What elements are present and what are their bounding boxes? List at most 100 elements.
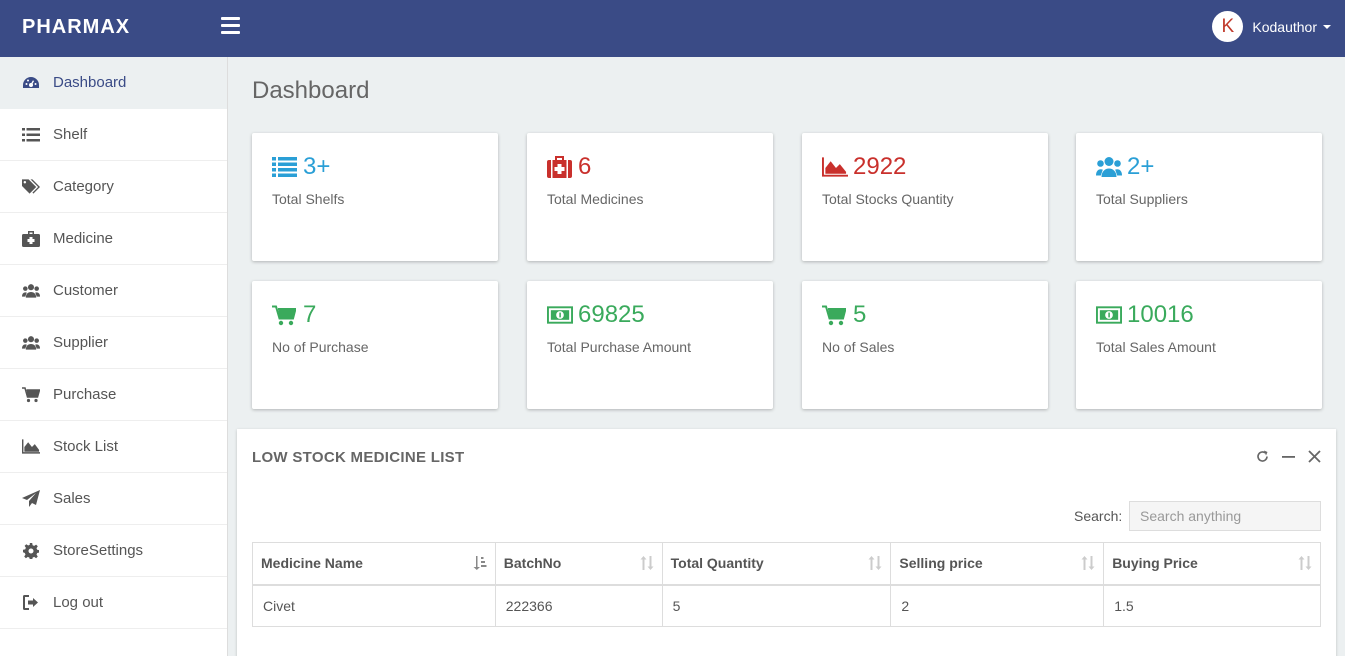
- column-header-medicine-name[interactable]: Medicine Name: [252, 542, 496, 586]
- sidebar-item-label: Stock List: [53, 438, 119, 455]
- menu-toggle-icon[interactable]: [221, 17, 240, 34]
- sort-icon: [868, 556, 882, 570]
- sidebar-item-label: Log out: [53, 594, 104, 611]
- cell-medicine-name: Civet: [252, 584, 496, 627]
- sidebar-item-label: Sales: [53, 490, 91, 507]
- sign-out-icon: [22, 594, 40, 612]
- sidebar-item-label: Supplier: [53, 334, 109, 351]
- sort-icon: [1081, 556, 1095, 570]
- panel-tools: [1255, 449, 1321, 463]
- sidebar-item-log-out[interactable]: Log out: [0, 577, 227, 629]
- paper-plane-icon: [22, 490, 40, 508]
- stat-label: Total Shelfs: [272, 191, 345, 207]
- sidebar-item-customer[interactable]: Customer: [0, 265, 227, 317]
- stat-value: 10016: [1127, 301, 1194, 328]
- list-icon: [272, 155, 298, 179]
- cart-icon: [22, 386, 40, 404]
- stat-label: Total Suppliers: [1096, 191, 1188, 207]
- stat-card-total-purchase-amount[interactable]: 69825 Total Purchase Amount: [527, 281, 773, 409]
- list-icon: [22, 126, 40, 144]
- column-header-buying-price[interactable]: Buying Price: [1103, 542, 1321, 586]
- sidebar-item-label: Dashboard: [53, 74, 127, 91]
- sidebar-item-label: StoreSettings: [53, 542, 144, 559]
- users-icon: [1096, 155, 1122, 179]
- stat-label: Total Stocks Quantity: [822, 191, 954, 207]
- cart-icon: [272, 303, 298, 327]
- sidebar-item-label: Medicine: [53, 230, 114, 247]
- stat-value: 7: [303, 301, 317, 328]
- money-icon: [547, 303, 573, 327]
- top-navbar: PHARMAX K Kodauthor: [0, 0, 1345, 57]
- medkit-icon: [547, 155, 573, 179]
- users-icon: [22, 282, 40, 300]
- stat-card-no-of-sales[interactable]: 5 No of Sales: [802, 281, 1048, 409]
- sort-icon: [640, 556, 654, 570]
- sidebar-item-medicine[interactable]: Medicine: [0, 213, 227, 265]
- sidebar-item-label: Customer: [53, 282, 119, 299]
- brand-logo[interactable]: PHARMAX: [22, 16, 130, 39]
- cell-selling-price: 2: [890, 584, 1105, 627]
- stat-card-total-medicines[interactable]: 6 Total Medicines: [527, 133, 773, 261]
- stat-label: Total Purchase Amount: [547, 339, 691, 355]
- tags-icon: [22, 178, 40, 196]
- stat-value: 5: [853, 301, 867, 328]
- close-icon[interactable]: [1307, 449, 1321, 463]
- sidebar-item-supplier[interactable]: Supplier: [0, 317, 227, 369]
- stat-label: No of Purchase: [272, 339, 369, 355]
- area-chart-icon: [22, 438, 40, 456]
- users-icon: [22, 334, 40, 352]
- user-menu[interactable]: K Kodauthor: [1212, 11, 1331, 42]
- stat-card-total-shelfs[interactable]: 3+ Total Shelfs: [252, 133, 498, 261]
- stat-label: Total Sales Amount: [1096, 339, 1216, 355]
- page-title: Dashboard: [252, 77, 370, 104]
- stat-card-total-suppliers[interactable]: 2+ Total Suppliers: [1076, 133, 1322, 261]
- sidebar-item-storesettings[interactable]: StoreSettings: [0, 525, 227, 577]
- sort-icon: [1298, 556, 1312, 570]
- table-row: Civet 222366 5 2 1.5: [252, 584, 1321, 627]
- money-icon: [1096, 303, 1122, 327]
- low-stock-panel: LOW STOCK MEDICINE LIST Search: Medicine…: [237, 429, 1336, 656]
- sidebar-item-dashboard[interactable]: Dashboard: [0, 57, 227, 109]
- stat-card-no-of-purchase[interactable]: 7 No of Purchase: [252, 281, 498, 409]
- stat-value: 69825: [578, 301, 645, 328]
- stat-card-total-sales-amount[interactable]: 10016 Total Sales Amount: [1076, 281, 1322, 409]
- caret-down-icon: [1323, 24, 1331, 29]
- stat-value: 3+: [303, 153, 331, 180]
- cell-total-quantity: 5: [661, 584, 892, 627]
- sidebar-item-shelf[interactable]: Shelf: [0, 109, 227, 161]
- stat-value: 2+: [1127, 153, 1155, 180]
- username: Kodauthor: [1252, 18, 1317, 35]
- table-header-row: Medicine Name BatchNo Total Quantity Sel…: [252, 542, 1321, 586]
- panel-title: LOW STOCK MEDICINE LIST: [252, 449, 465, 466]
- gear-icon: [22, 542, 40, 560]
- avatar: K: [1212, 11, 1244, 42]
- sidebar: Dashboard Shelf Category Medicine Custom…: [0, 57, 228, 656]
- sidebar-item-label: Category: [53, 178, 114, 195]
- stat-label: Total Medicines: [547, 191, 644, 207]
- low-stock-table: Medicine Name BatchNo Total Quantity Sel…: [252, 542, 1321, 627]
- column-header-batchno[interactable]: BatchNo: [494, 542, 663, 586]
- sidebar-item-category[interactable]: Category: [0, 161, 227, 213]
- sidebar-item-label: Purchase: [53, 386, 117, 403]
- search-label: Search:: [1074, 508, 1123, 524]
- stat-label: No of Sales: [822, 339, 895, 355]
- medkit-icon: [22, 230, 40, 248]
- stat-card-total-stocks-quantity[interactable]: 2922 Total Stocks Quantity: [802, 133, 1048, 261]
- dashboard-icon: [22, 74, 40, 92]
- sidebar-item-sales[interactable]: Sales: [0, 473, 227, 525]
- area-chart-icon: [822, 155, 848, 179]
- stat-value: 2922: [853, 153, 907, 180]
- sidebar-item-purchase[interactable]: Purchase: [0, 369, 227, 421]
- cart-icon: [822, 303, 848, 327]
- stat-value: 6: [578, 153, 592, 180]
- search-input[interactable]: [1129, 501, 1321, 531]
- cell-batchno: 222366: [494, 584, 663, 627]
- refresh-icon[interactable]: [1255, 449, 1269, 463]
- column-header-selling-price[interactable]: Selling price: [890, 542, 1105, 586]
- column-header-total-quantity[interactable]: Total Quantity: [661, 542, 892, 586]
- sidebar-item-stock-list[interactable]: Stock List: [0, 421, 227, 473]
- minimize-icon[interactable]: [1281, 449, 1295, 463]
- sort-ascending-icon: [473, 556, 487, 570]
- cell-buying-price: 1.5: [1103, 584, 1321, 627]
- sidebar-item-label: Shelf: [53, 126, 88, 143]
